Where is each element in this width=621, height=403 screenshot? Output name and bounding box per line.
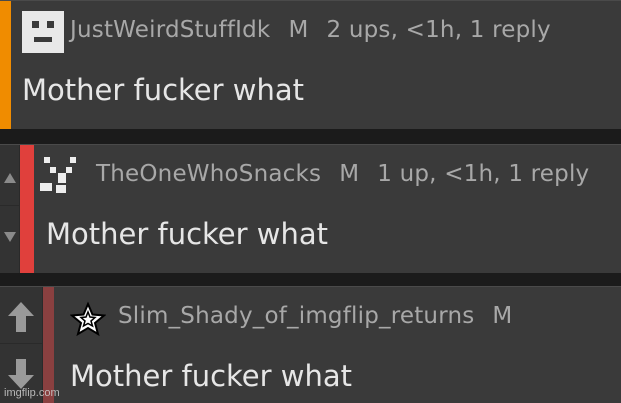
imgflip-watermark: imgflip.com xyxy=(4,387,60,399)
downvote-button[interactable] xyxy=(0,207,19,267)
comment-text: Mother fucker what xyxy=(22,73,305,107)
comment: Slim_Shady_of_imgflip_returns M Mother fu… xyxy=(0,286,621,403)
gender-label: M xyxy=(492,303,513,329)
username-link[interactable]: Slim_Shady_of_imgflip_returns xyxy=(118,303,474,329)
upvote-button[interactable] xyxy=(0,291,42,344)
comment-header: TheOneWhoSnacks M 1 up, <1h, 1 reply xyxy=(96,161,607,187)
upvote-button[interactable] xyxy=(0,151,19,206)
comment-meta[interactable]: 1 up, <1h, 1 reply xyxy=(377,161,589,187)
arrow-up-icon xyxy=(8,302,34,332)
gender-label: M xyxy=(288,17,309,43)
gender-label: M xyxy=(339,161,360,187)
comment-header: JustWeirdStuffIdk M 2 ups, <1h, 1 reply xyxy=(70,17,569,43)
pixel-face-icon[interactable] xyxy=(38,153,80,195)
arrow-up-icon xyxy=(3,173,16,183)
comment: TheOneWhoSnacks M 1 up, <1h, 1 reply Mothe… xyxy=(0,144,621,273)
arrow-down-icon xyxy=(3,232,16,242)
arrow-down-icon xyxy=(8,359,34,389)
username-link[interactable]: TheOneWhoSnacks xyxy=(96,161,321,187)
square-face-icon[interactable] xyxy=(22,11,64,53)
comment: JustWeirdStuffIdk M 2 ups, <1h, 1 reply Mo… xyxy=(0,0,621,129)
username-link[interactable]: JustWeirdStuffIdk xyxy=(70,17,270,43)
comment-header: Slim_Shady_of_imgflip_returns M xyxy=(118,303,530,329)
comment-depth-bar xyxy=(20,145,34,273)
comment-text: Mother fucker what xyxy=(46,217,329,251)
comment-depth-bar xyxy=(0,1,11,129)
comment-meta[interactable]: 2 ups, <1h, 1 reply xyxy=(327,17,551,43)
vote-column xyxy=(0,145,20,273)
star-icon[interactable] xyxy=(69,301,107,337)
vote-column xyxy=(0,287,43,403)
comment-text: Mother fucker what xyxy=(70,359,353,393)
comment-depth-bar xyxy=(43,287,54,403)
